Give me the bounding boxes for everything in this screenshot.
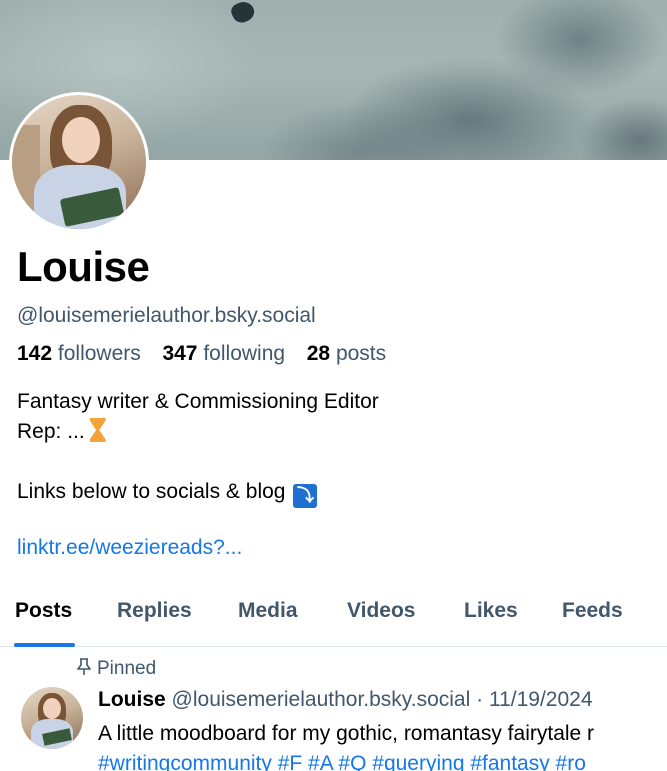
profile-link[interactable]: linktr.ee/weeziereads?... (17, 536, 242, 560)
post-author-name[interactable]: Louise (98, 688, 166, 711)
bio-line: Links below to socials & blog ⤵ (17, 477, 379, 508)
tab-replies[interactable]: Replies (117, 599, 192, 623)
arrow-down-icon: ⤵ (293, 484, 318, 508)
following-count: 347 (162, 342, 198, 365)
profile-bio: Fantasy writer & Commissioning Editor Re… (17, 387, 379, 508)
following-link[interactable]: 347 following (162, 342, 290, 365)
pin-icon (77, 658, 91, 675)
posts-label: posts (335, 342, 387, 365)
tab-posts[interactable]: Posts (15, 599, 72, 623)
profile-avatar[interactable] (9, 92, 149, 232)
active-tab-indicator (14, 643, 75, 647)
post-date[interactable]: 11/19/2024 (489, 688, 593, 711)
post-text: A little moodboard for my gothic, romant… (98, 722, 595, 745)
tab-feeds[interactable]: Feeds (562, 599, 623, 623)
following-label: following (203, 342, 286, 365)
bio-line: Rep: ... (17, 417, 379, 447)
followers-link[interactable]: 142 followers (17, 342, 147, 365)
profile-page: Louise @louisemerielauthor.bsky.social 1… (0, 0, 667, 771)
bio-line: Fantasy writer & Commissioning Editor (17, 390, 379, 413)
posts-stat: 28 posts (307, 342, 386, 365)
tab-likes[interactable]: Likes (464, 599, 518, 623)
post-author-avatar[interactable] (21, 687, 83, 749)
followers-count: 142 (17, 342, 53, 365)
pinned-label: Pinned (77, 658, 156, 680)
banner-ink-mark (228, 0, 258, 26)
profile-handle: @louisemerielauthor.bsky.social (17, 304, 316, 327)
post-author-handle[interactable]: @louisemerielauthor.bsky.social (172, 688, 471, 711)
avatar-image (12, 95, 146, 229)
post-separator: · (476, 688, 484, 711)
display-name: Louise (17, 243, 150, 290)
hourglass-icon (89, 418, 107, 442)
pinned-text: Pinned (97, 658, 157, 679)
bio-rep-text: Rep: ... (17, 420, 85, 443)
profile-tabs: Posts Replies Media Videos Likes Feeds (0, 585, 667, 647)
profile-stats: 142 followers 347 following 28 posts (17, 342, 386, 366)
posts-count: 28 (306, 342, 331, 365)
followers-label: followers (57, 342, 141, 365)
tab-videos[interactable]: Videos (347, 599, 415, 623)
post-hashtags[interactable]: #writingcommunity #F #A #Q #querying #fa… (98, 752, 586, 771)
tab-media[interactable]: Media (238, 599, 298, 623)
post-header: Louise @louisemerielauthor.bsky.social ·… (98, 688, 593, 712)
bio-links-text: Links below to socials & blog (17, 480, 286, 503)
